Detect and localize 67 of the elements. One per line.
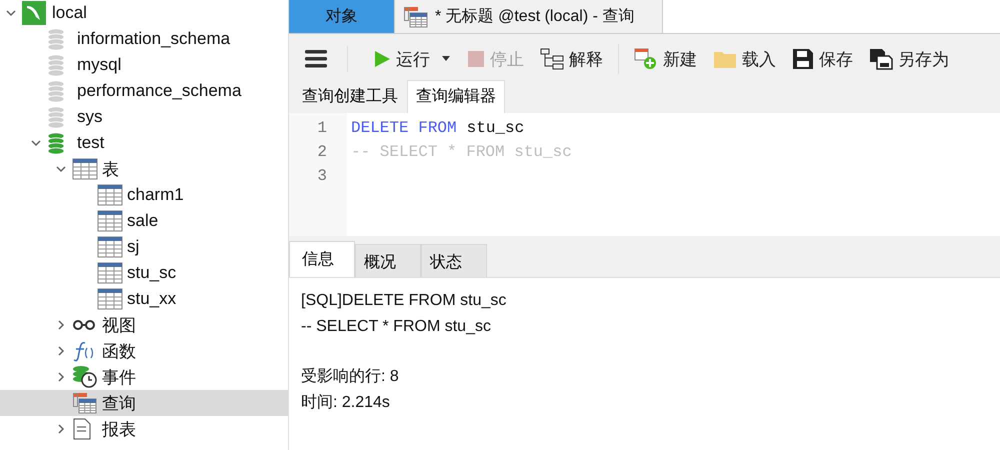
editor-tab[interactable]: 查询编辑器: [407, 80, 505, 114]
table-icon: [97, 288, 123, 310]
toolbar-button[interactable]: 新建: [629, 44, 702, 75]
table-icon: [97, 236, 123, 258]
tree-item[interactable]: 事件: [0, 364, 288, 390]
table-icon: [97, 262, 123, 284]
table-icon: [97, 210, 123, 232]
toolbar-button[interactable]: 解释: [535, 44, 608, 75]
tree-item[interactable]: sale: [0, 208, 288, 234]
caret-icon[interactable]: [441, 56, 451, 62]
database-icon: [47, 106, 65, 128]
tree-item[interactable]: sj: [0, 234, 288, 260]
tab-label: 对象: [326, 6, 358, 28]
new-query-icon: [634, 48, 658, 70]
report-icon: [72, 418, 92, 440]
result-tab[interactable]: 概况: [355, 244, 421, 277]
code-token: DELETE FROM: [351, 119, 457, 140]
tree-item[interactable]: stu_sc: [0, 260, 288, 286]
message-line: 时间: 2.214s: [301, 392, 391, 412]
database-icon: [47, 132, 65, 154]
tree-item[interactable]: information_schema: [0, 26, 288, 52]
tree-item[interactable]: sys: [0, 104, 288, 130]
toolbar-button[interactable]: 运行: [368, 44, 456, 75]
stop-icon: [467, 50, 485, 68]
tree-item[interactable]: 函数: [0, 338, 288, 364]
code-token: -- SELECT * FROM stu_sc: [351, 143, 572, 164]
database-icon: [47, 54, 65, 76]
editor-tab[interactable]: 查询创建工具: [293, 80, 407, 114]
query-icon: [72, 392, 98, 414]
save-as-icon: [869, 48, 893, 70]
tree-item[interactable]: 视图: [0, 312, 288, 338]
diagram-icon: [540, 48, 564, 70]
toolbar-button[interactable]: 另存为: [864, 44, 954, 75]
tree-item[interactable]: 查询: [0, 390, 288, 416]
line-number: 2: [316, 143, 328, 164]
play-icon: [373, 50, 391, 68]
tree-item[interactable]: 表: [0, 156, 288, 182]
result-tab[interactable]: 状态: [421, 244, 487, 277]
table-icon: [72, 158, 98, 180]
message-line: 受影响的行: 8: [301, 366, 400, 387]
tree-item[interactable]: stu_xx: [0, 286, 288, 312]
tree-item[interactable]: test: [0, 130, 288, 156]
tab-label: * 无标题 @test (local) - 查询: [435, 6, 634, 28]
result-tab[interactable]: 信息: [289, 241, 355, 277]
window-tab[interactable]: 对象: [289, 0, 395, 34]
tree-item[interactable]: mysql: [0, 52, 288, 78]
toolbar-button[interactable]: 保存: [787, 44, 858, 75]
folder-icon: [713, 49, 737, 70]
tree-item[interactable]: 报表: [0, 416, 288, 442]
database-icon: [47, 28, 65, 50]
database-clock-icon: [72, 365, 98, 389]
tree-item[interactable]: charm1: [0, 182, 288, 208]
table-icon: [97, 184, 123, 206]
query-icon: [403, 6, 429, 28]
menu-icon: [305, 50, 327, 68]
message-line: -- SELECT * FROM stu_sc: [301, 316, 492, 336]
window-tab[interactable]: * 无标题 @test (local) - 查询: [395, 0, 664, 34]
toolbar-button[interactable]: 载入: [708, 44, 781, 75]
line-number: 1: [316, 119, 328, 140]
glasses-icon: [72, 319, 96, 331]
tree-item[interactable]: performance_schema: [0, 78, 288, 104]
database-icon: [47, 80, 65, 102]
function-icon: [72, 340, 94, 362]
code-token: stu_sc: [466, 119, 524, 140]
line-number: 3: [316, 167, 328, 188]
tree-item[interactable]: local: [0, 0, 288, 26]
message-line: [SQL]DELETE FROM stu_sc: [301, 291, 508, 311]
